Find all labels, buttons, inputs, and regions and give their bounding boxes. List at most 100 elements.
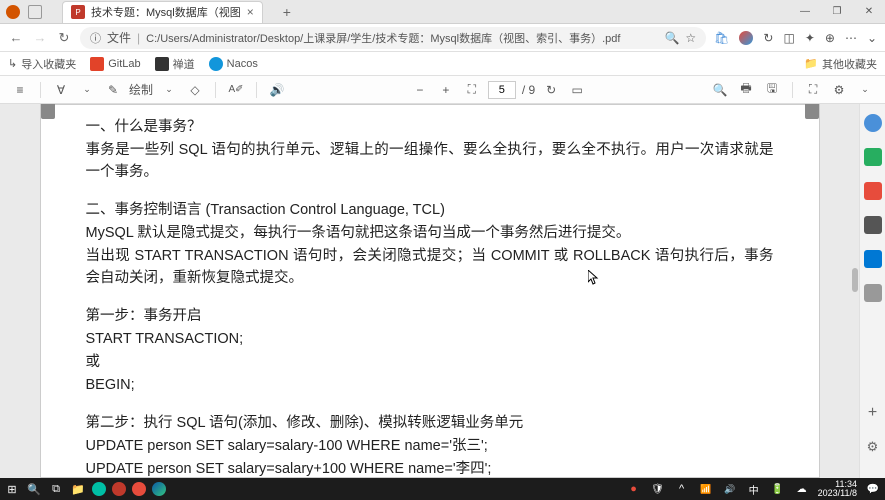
sidebar-toggle-icon[interactable]: ≡ xyxy=(10,80,30,100)
start-button[interactable]: ⊞ xyxy=(4,481,20,497)
settings-caret-icon[interactable]: ⌄ xyxy=(867,31,877,45)
erase-tool-icon[interactable]: ◇ xyxy=(185,80,205,100)
tray-net-icon[interactable]: 📶 xyxy=(698,481,714,497)
draw-label[interactable]: 绘制 xyxy=(129,81,153,98)
new-tab-button[interactable]: + xyxy=(277,4,297,20)
tab-close-icon[interactable]: × xyxy=(247,5,254,19)
url-text: C:/Users/Administrator/Desktop/上课录屏/学生/技… xyxy=(146,30,658,46)
doc-line: UPDATE person SET salary=salary-100 WHER… xyxy=(86,436,774,458)
doc-line: BEGIN; xyxy=(86,375,774,397)
split-icon[interactable]: ◫ xyxy=(783,31,794,45)
vertical-scrollbar[interactable] xyxy=(852,268,858,292)
browser-tab[interactable]: P 技术专题：Mysql数据库（视图 × xyxy=(62,1,263,23)
bookmark-nacos[interactable]: Nacos xyxy=(209,57,258,71)
zentao-icon xyxy=(155,57,169,71)
tray-rec-icon[interactable]: ● xyxy=(626,481,642,497)
save-icon[interactable]: 🖫 xyxy=(762,80,782,100)
extensions-icon[interactable]: ✦ xyxy=(805,31,815,45)
system-clock[interactable]: 11:34 2023/11/8 xyxy=(818,480,857,498)
address-bar: ← → ↻ ⓘ 文件 | C:/Users/Administrator/Desk… xyxy=(0,24,885,52)
url-bar[interactable]: ⓘ 文件 | C:/Users/Administrator/Desktop/上课… xyxy=(80,27,706,49)
other-bookmarks[interactable]: 📁 其他收藏夹 xyxy=(804,56,877,72)
page-view-icon[interactable]: ▭ xyxy=(567,80,587,100)
highlight-caret-icon[interactable]: ⌄ xyxy=(77,80,97,100)
doc-line: 第一步：事务开启 xyxy=(86,306,774,328)
doc-line: 或 xyxy=(86,352,774,374)
side-settings-icon[interactable]: ⚙ xyxy=(864,438,882,456)
edge-sidebar: + ⚙ xyxy=(859,104,885,478)
menu-icon[interactable]: ⋯ xyxy=(845,31,857,45)
document-body: 一、什么是事务？ 事务是一些列 SQL 语句的执行单元、逻辑上的一组操作、要么全… xyxy=(86,117,774,478)
side-shopping-icon[interactable] xyxy=(864,182,882,200)
forward-button: → xyxy=(32,30,48,46)
page-total: / 9 xyxy=(522,83,535,97)
gear-icon[interactable]: ⚙ xyxy=(829,80,849,100)
refresh-button[interactable]: ↻ xyxy=(56,30,72,46)
tray-chevron-icon[interactable]: ^ xyxy=(674,481,690,497)
page-binder-left xyxy=(41,104,55,119)
toolbar-caret-icon[interactable]: ⌄ xyxy=(855,80,875,100)
tray-vol-icon[interactable]: 🔊 xyxy=(722,481,738,497)
page-number-input[interactable] xyxy=(488,81,516,99)
doc-line: MySQL 默认是隐式提交，每执行一条语句就把这条语句当成一个事务然后进行提交。 xyxy=(86,223,774,245)
highlight-tool-icon[interactable]: ∀ xyxy=(51,80,71,100)
minimize-button[interactable]: — xyxy=(789,0,821,24)
file-label: 文件 xyxy=(107,29,131,46)
import-bookmarks[interactable]: ↳ 导入收藏夹 xyxy=(8,56,76,72)
copilot-icon[interactable] xyxy=(739,31,753,45)
bookmark-zentao[interactable]: 禅道 xyxy=(155,56,195,72)
favorite-icon[interactable]: ☆ xyxy=(685,31,696,45)
read-aloud-icon[interactable]: 🔊 xyxy=(267,80,287,100)
rotate-icon[interactable]: ↻ xyxy=(541,80,561,100)
side-onedrive-icon[interactable] xyxy=(864,284,882,302)
pdf-viewport[interactable]: 一、什么是事务？ 事务是一些列 SQL 语句的执行单元、逻辑上的一组操作、要么全… xyxy=(0,104,859,478)
tray-cloud-icon[interactable]: ☁ xyxy=(794,481,810,497)
notifications-icon[interactable]: 💬 xyxy=(865,481,881,497)
shopping-icon[interactable]: 🛍 xyxy=(714,31,729,45)
draw-caret-icon[interactable]: ⌄ xyxy=(159,80,179,100)
app3-icon[interactable] xyxy=(132,482,146,496)
tray-ime-icon[interactable]: 中 xyxy=(746,481,762,497)
close-button[interactable]: ✕ xyxy=(853,0,885,24)
fullscreen-icon[interactable]: ⛶ xyxy=(803,80,823,100)
doc-line: 一、什么是事务？ xyxy=(86,117,774,139)
window-titlebar: P 技术专题：Mysql数据库（视图 × + — ❐ ✕ xyxy=(0,0,885,24)
side-search-icon[interactable] xyxy=(864,114,882,132)
edge-icon[interactable] xyxy=(152,482,166,496)
tray-shield-icon[interactable]: 🛡 xyxy=(650,481,666,497)
doc-line: UPDATE person SET salary=salary+100 WHER… xyxy=(86,459,774,478)
doc-line: 事务是一些列 SQL 语句的执行单元、逻辑上的一组操作、要么全执行，要么全不执行… xyxy=(86,140,774,184)
bookmark-gitlab[interactable]: GitLab xyxy=(90,57,140,71)
sync-icon[interactable]: ↻ xyxy=(763,31,773,45)
draw-tool-icon[interactable]: ✎ xyxy=(103,80,123,100)
side-tools-icon[interactable] xyxy=(864,148,882,166)
app-icon[interactable] xyxy=(28,5,42,19)
pdf-page: 一、什么是事务？ 事务是一些列 SQL 语句的执行单元、逻辑上的一组操作、要么全… xyxy=(40,104,820,478)
side-add-icon[interactable]: + xyxy=(864,404,882,422)
explorer-icon[interactable]: 📁 xyxy=(70,481,86,497)
profile-icon[interactable] xyxy=(6,5,20,19)
fit-page-icon[interactable]: ⛶ xyxy=(462,80,482,100)
zoom-icon[interactable]: 🔍 xyxy=(664,31,679,45)
print-icon[interactable]: 🖶 xyxy=(736,80,756,100)
info-icon[interactable]: ⓘ xyxy=(90,30,101,46)
maximize-button[interactable]: ❐ xyxy=(821,0,853,24)
zoom-in-button[interactable]: + xyxy=(436,80,456,100)
app2-icon[interactable] xyxy=(112,482,126,496)
back-button[interactable]: ← xyxy=(8,30,24,46)
task-view-icon[interactable]: ⧉ xyxy=(48,481,64,497)
nacos-icon xyxy=(209,57,223,71)
search-icon[interactable]: 🔍 xyxy=(710,80,730,100)
pdf-icon: P xyxy=(71,5,85,19)
folder-icon: 📁 xyxy=(804,57,818,70)
collections-icon[interactable]: ⊕ xyxy=(825,31,835,45)
side-outlook-icon[interactable] xyxy=(864,250,882,268)
tab-title: 技术专题：Mysql数据库（视图 xyxy=(91,4,241,20)
zoom-out-button[interactable]: − xyxy=(410,80,430,100)
app1-icon[interactable] xyxy=(92,482,106,496)
side-games-icon[interactable] xyxy=(864,216,882,234)
tray-battery-icon[interactable]: 🔋 xyxy=(770,481,786,497)
import-icon: ↳ xyxy=(8,57,17,70)
search-taskbar-icon[interactable]: 🔍 xyxy=(26,481,42,497)
text-tool-icon[interactable]: A✐ xyxy=(226,80,246,100)
